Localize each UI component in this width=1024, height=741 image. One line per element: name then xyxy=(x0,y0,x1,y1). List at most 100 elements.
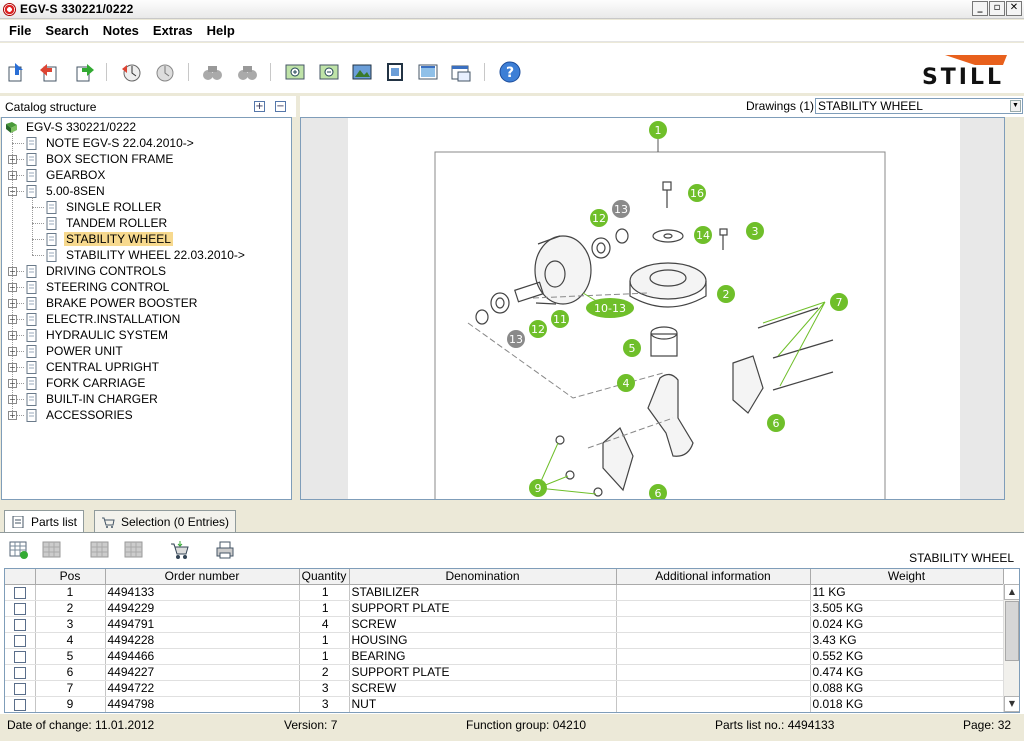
table-row[interactable]: 5 4494466 1 BEARING 0.552 KG xyxy=(5,648,1004,665)
scroll-up-icon[interactable]: ▲ xyxy=(1004,584,1019,600)
minimize-button[interactable]: _ xyxy=(972,1,988,16)
restore-button[interactable]: ▫ xyxy=(989,1,1005,16)
row-checkbox[interactable] xyxy=(13,698,26,711)
history-forward-icon[interactable] xyxy=(155,61,177,83)
tree-node[interactable]: CENTRAL UPRIGHT xyxy=(25,359,161,375)
grid-icon[interactable] xyxy=(42,540,62,560)
table-row[interactable]: 6 4494227 2 SUPPORT PLATE 0.474 KG xyxy=(5,664,1004,681)
tab-parts-list[interactable]: Parts list xyxy=(4,510,85,533)
callout-label[interactable]: 6 xyxy=(767,414,785,432)
tree-node[interactable]: STABILITY WHEEL 22.03.2010-> xyxy=(45,247,247,263)
page-icon xyxy=(26,312,37,326)
callout-label[interactable]: 5 xyxy=(623,339,641,357)
print-icon[interactable] xyxy=(215,540,235,560)
menu-help[interactable]: Help xyxy=(202,23,240,38)
tree-node[interactable]: DRIVING CONTROLS xyxy=(25,263,168,279)
tree-node[interactable]: BRAKE POWER BOOSTER xyxy=(25,295,199,311)
zoom-in-icon[interactable] xyxy=(284,61,306,83)
tree-node[interactable]: ACCESSORIES xyxy=(25,407,135,423)
menu-notes[interactable]: Notes xyxy=(98,23,144,38)
tree-node[interactable]: ELECTR.INSTALLATION xyxy=(25,311,182,327)
zoom-out-icon[interactable] xyxy=(318,61,340,83)
callout-label[interactable]: 16 xyxy=(688,184,706,202)
callout-label[interactable]: 12 xyxy=(590,209,608,227)
tree-node[interactable]: STEERING CONTROL xyxy=(25,279,171,295)
row-checkbox[interactable] xyxy=(13,634,26,647)
tree-node[interactable]: 5.00-8SEN xyxy=(25,183,107,199)
row-checkbox[interactable] xyxy=(13,586,26,599)
column-order-number[interactable]: Order number xyxy=(105,569,300,585)
tree-node[interactable]: NOTE EGV-S 22.04.2010-> xyxy=(25,135,196,151)
column-denomination[interactable]: Denomination xyxy=(349,569,617,585)
row-checkbox[interactable] xyxy=(13,666,26,679)
next-binoculars-icon[interactable] xyxy=(236,61,258,83)
table-row[interactable]: 3 4494791 4 SCREW 0.024 KG xyxy=(5,616,1004,633)
fit-image-icon[interactable] xyxy=(351,61,373,83)
row-checkbox[interactable] xyxy=(13,602,26,615)
back-icon[interactable] xyxy=(38,61,60,83)
cart-icon[interactable] xyxy=(170,540,190,560)
tab-selection[interactable]: Selection (0 Entries) xyxy=(94,510,237,532)
history-back-icon[interactable] xyxy=(120,61,142,83)
expand-all-button[interactable]: + xyxy=(254,101,265,112)
menu-extras[interactable]: Extras xyxy=(148,23,198,38)
help-icon[interactable]: ? xyxy=(499,61,521,83)
table-row[interactable]: 7 4494722 3 SCREW 0.088 KG xyxy=(5,680,1004,697)
callout-label[interactable]: 14 xyxy=(694,226,712,244)
column-quantity[interactable]: Quantity xyxy=(299,569,350,585)
drawing-select[interactable]: STABILITY WHEEL ▼ xyxy=(815,98,1023,114)
parts-scrollbar[interactable]: ▲ ▼ xyxy=(1003,584,1019,712)
row-checkbox[interactable] xyxy=(13,650,26,663)
tree-root[interactable]: EGV-S 330221/0222 xyxy=(5,119,138,135)
tree-node[interactable]: GEARBOX xyxy=(25,167,107,183)
column-weight[interactable]: Weight xyxy=(810,569,1004,585)
previous-binoculars-icon[interactable] xyxy=(201,61,223,83)
callout-label[interactable]: 2 xyxy=(717,285,735,303)
callout-label[interactable]: 10-13 xyxy=(586,298,634,318)
scroll-thumb[interactable] xyxy=(1005,601,1019,661)
table-row[interactable]: 1 4494133 1 STABILIZER 11 KG xyxy=(5,584,1004,601)
tree-node[interactable]: FORK CARRIAGE xyxy=(25,375,147,391)
menu-search[interactable]: Search xyxy=(40,23,93,38)
callout-label[interactable]: 3 xyxy=(746,222,764,240)
callout-label[interactable]: 13 xyxy=(507,330,525,348)
tree-node[interactable]: STABILITY WHEEL xyxy=(45,231,173,247)
scroll-down-icon[interactable]: ▼ xyxy=(1004,696,1019,712)
full-page-icon[interactable] xyxy=(384,61,406,83)
callout-label[interactable]: 7 xyxy=(830,293,848,311)
tree-node[interactable]: HYDRAULIC SYSTEM xyxy=(25,327,170,343)
close-button[interactable]: ✕ xyxy=(1006,1,1022,16)
window-icon[interactable] xyxy=(450,61,472,83)
grid-icon[interactable] xyxy=(90,540,110,560)
table-row[interactable]: 9 4494798 3 NUT 0.018 KG xyxy=(5,696,1004,712)
callout-label[interactable]: 13 xyxy=(612,200,630,218)
callout-label[interactable]: 11 xyxy=(551,310,569,328)
add-to-selection-icon[interactable] xyxy=(9,540,29,560)
column-pos[interactable]: Pos xyxy=(35,569,106,585)
chevron-down-icon[interactable]: ▼ xyxy=(1010,100,1021,112)
forward-icon[interactable] xyxy=(74,61,96,83)
callout-label[interactable]: 4 xyxy=(617,374,635,392)
tree-node[interactable]: POWER UNIT xyxy=(25,343,125,359)
drawing-viewer[interactable]: 1161213143210-13111213547696 ▲ ▼ xyxy=(300,117,1005,500)
callout-label[interactable]: 12 xyxy=(529,320,547,338)
tree-node[interactable]: TANDEM ROLLER xyxy=(45,215,169,231)
tree-node[interactable]: BUILT-IN CHARGER xyxy=(25,391,160,407)
table-row[interactable]: 2 4494229 1 SUPPORT PLATE 3.505 KG xyxy=(5,600,1004,617)
row-checkbox[interactable] xyxy=(13,682,26,695)
vertical-splitter[interactable] xyxy=(293,117,299,502)
tree-node[interactable]: BOX SECTION FRAME xyxy=(25,151,175,167)
column-additional-info[interactable]: Additional information xyxy=(616,569,811,585)
collapse-all-button[interactable]: − xyxy=(275,101,286,112)
column-select[interactable] xyxy=(5,569,36,585)
grid-icon[interactable] xyxy=(124,540,144,560)
row-checkbox[interactable] xyxy=(13,618,26,631)
tree-node[interactable]: SINGLE ROLLER xyxy=(45,199,163,215)
table-row[interactable]: 4 4494228 1 HOUSING 3.43 KG xyxy=(5,632,1004,649)
home-icon[interactable] xyxy=(5,61,27,83)
menu-file[interactable]: File xyxy=(4,23,36,38)
callout-label[interactable]: 6 xyxy=(649,484,667,500)
picture-icon[interactable] xyxy=(417,61,439,83)
callout-label[interactable]: 1 xyxy=(649,121,667,139)
callout-label[interactable]: 9 xyxy=(529,479,547,497)
